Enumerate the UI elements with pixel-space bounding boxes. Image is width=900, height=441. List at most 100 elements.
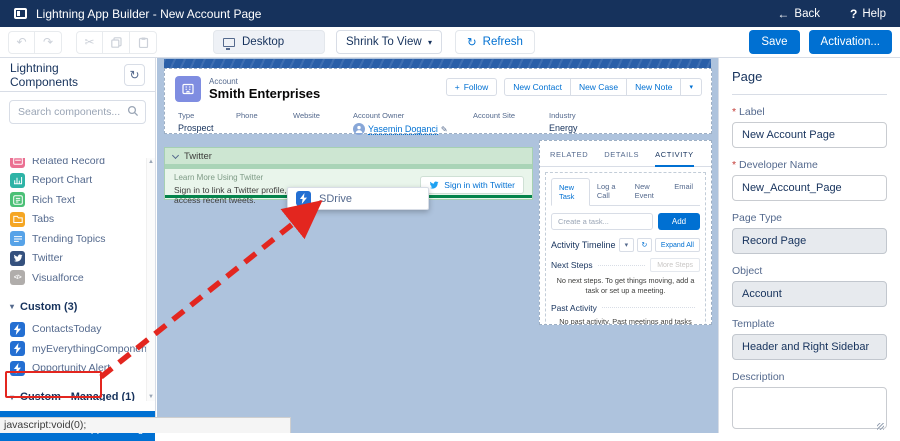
- new-note-button[interactable]: New Note: [627, 78, 681, 96]
- sign-in-with-twitter-button[interactable]: Sign in with Twitter: [420, 176, 524, 194]
- section-custom-managed[interactable]: Custom - Managed (1): [10, 391, 146, 401]
- properties-panel-title: Page: [732, 69, 887, 95]
- component-item-contactstoday[interactable]: ContactsToday: [10, 320, 146, 340]
- refresh-icon: ↻: [467, 35, 477, 49]
- help-button[interactable]: ?Help: [850, 7, 886, 21]
- page-type-field-label: Page Type: [732, 212, 887, 224]
- new-contact-button[interactable]: New Contact: [504, 78, 571, 96]
- activity-panel-component[interactable]: RELATED DETAILS ACTIVITY New Task Log a …: [539, 140, 712, 325]
- component-item-label: Twitter: [32, 252, 63, 264]
- help-icon: ?: [850, 7, 857, 21]
- more-steps-button[interactable]: More Steps: [650, 258, 700, 272]
- field-value: Prospect: [178, 123, 236, 133]
- component-item-related-record[interactable]: Related Record: [10, 158, 146, 171]
- tab-details[interactable]: DETAILS: [604, 150, 639, 166]
- field-label: Phone: [236, 111, 293, 120]
- component-item-trending-topics[interactable]: Trending Topics: [10, 229, 146, 249]
- tab-activity[interactable]: ACTIVITY: [655, 150, 694, 167]
- canvas-refresh-button[interactable]: ↻ Refresh: [455, 30, 535, 54]
- page-properties-panel: Page Label Developer Name Page Type Obje…: [718, 58, 900, 433]
- search-components-input[interactable]: [9, 100, 146, 124]
- tabs-icon: [10, 212, 25, 227]
- owner-link[interactable]: Yasemin Doganci: [368, 124, 438, 135]
- follow-button[interactable]: +Follow: [446, 78, 498, 96]
- tab-email[interactable]: Email: [667, 178, 700, 205]
- expand-all-button[interactable]: Expand All: [655, 238, 700, 252]
- view-mode-dropdown[interactable]: Shrink To View ▾: [336, 30, 442, 54]
- component-item-label: Tabs: [32, 213, 54, 225]
- cut-button[interactable]: ✂: [76, 31, 103, 54]
- lightning-bolt-icon: [10, 341, 25, 356]
- component-item-tabs[interactable]: Tabs: [10, 210, 146, 230]
- rich-text-icon: [10, 192, 25, 207]
- related-record-icon: [10, 158, 25, 168]
- field-value: Energy: [549, 123, 619, 133]
- component-item-label: Related Record: [32, 158, 105, 167]
- label-field[interactable]: [732, 122, 887, 148]
- chevron-down-icon: ▾: [428, 38, 432, 47]
- page-canvas: Account Smith Enterprises +Follow New Co…: [157, 58, 718, 433]
- cut-icon: ✂: [84, 35, 94, 49]
- component-item-label: Opportunity Alert: [32, 362, 110, 374]
- lightning-bolt-icon: [296, 191, 311, 206]
- tab-related[interactable]: RELATED: [550, 150, 588, 166]
- component-item-opportunity-alert[interactable]: Opportunity Alert: [10, 359, 146, 379]
- description-field[interactable]: [732, 387, 887, 429]
- tab-log-a-call[interactable]: Log a Call: [590, 178, 628, 205]
- device-selector-button[interactable]: Desktop: [213, 30, 325, 54]
- desktop-monitor-icon: [223, 38, 235, 47]
- save-button[interactable]: Save: [749, 30, 799, 54]
- object-field-label: Object: [732, 265, 887, 277]
- sidebar-scrollbar[interactable]: ▲ ▼: [146, 158, 155, 401]
- activation-button[interactable]: Activation...: [809, 30, 892, 54]
- component-item-label: Rich Text: [32, 194, 75, 206]
- tab-new-task[interactable]: New Task: [551, 178, 590, 206]
- field-label: Website: [293, 111, 353, 120]
- entity-label: Account: [209, 77, 320, 86]
- component-item-rich-text[interactable]: Rich Text: [10, 190, 146, 210]
- next-steps-title: Next Steps: [551, 260, 593, 270]
- components-list: Related Record Report Chart Rich Text Ta…: [0, 158, 146, 401]
- account-highlights-component[interactable]: Account Smith Enterprises +Follow New Co…: [164, 68, 712, 134]
- section-custom[interactable]: Custom (3): [10, 301, 146, 313]
- component-item-visualforce[interactable]: </> Visualforce: [10, 268, 146, 288]
- create-task-input[interactable]: [551, 213, 653, 230]
- app-builder-icon: [14, 8, 27, 19]
- component-item-report-chart[interactable]: Report Chart: [10, 171, 146, 191]
- visualforce-icon: </>: [10, 270, 25, 285]
- refresh-icon: ↻: [641, 241, 647, 249]
- next-steps-empty-text: No next steps. To get things moving, add…: [553, 276, 698, 296]
- back-button[interactable]: ←Back: [777, 7, 820, 21]
- more-actions-dropdown[interactable]: ▾: [681, 78, 702, 96]
- filter-button[interactable]: ▾: [619, 238, 634, 252]
- copy-button[interactable]: [103, 31, 130, 54]
- sdrive-drag-ghost[interactable]: SDrive: [287, 187, 429, 210]
- component-item-myeverythingcomponent[interactable]: myEverythingComponent: [10, 339, 146, 359]
- redo-button[interactable]: ↷: [35, 31, 62, 54]
- scroll-down-icon: ▼: [148, 394, 154, 400]
- edit-pencil-icon[interactable]: ✎: [441, 125, 448, 134]
- tab-new-event[interactable]: New Event: [628, 178, 668, 205]
- activity-timeline-title: Activity Timeline: [551, 240, 616, 250]
- lightning-bolt-icon: [10, 361, 25, 376]
- refresh-timeline-button[interactable]: ↻: [637, 238, 652, 252]
- drag-ghost-label: SDrive: [319, 193, 352, 205]
- component-item-label: Visualforce: [32, 272, 84, 284]
- account-icon: [175, 76, 201, 102]
- new-case-button[interactable]: New Case: [571, 78, 627, 96]
- plus-icon: +: [455, 82, 460, 92]
- component-item-label: Report Chart: [32, 174, 92, 186]
- scroll-up-icon: ▲: [148, 159, 154, 165]
- field-label: Industry: [549, 111, 619, 120]
- refresh-components-button[interactable]: ↻: [124, 64, 145, 86]
- paste-icon: [138, 37, 149, 48]
- twitter-icon: [10, 251, 25, 266]
- paste-button[interactable]: [130, 31, 157, 54]
- trending-topics-icon: [10, 231, 25, 246]
- add-task-button[interactable]: Add: [658, 213, 700, 230]
- component-item-twitter[interactable]: Twitter: [10, 249, 146, 269]
- undo-button[interactable]: ↶: [8, 31, 35, 54]
- developer-name-field[interactable]: [732, 175, 887, 201]
- chevron-down-icon[interactable]: [172, 151, 179, 158]
- past-activity-empty-text: No past activity. Past meetings and task…: [553, 317, 698, 325]
